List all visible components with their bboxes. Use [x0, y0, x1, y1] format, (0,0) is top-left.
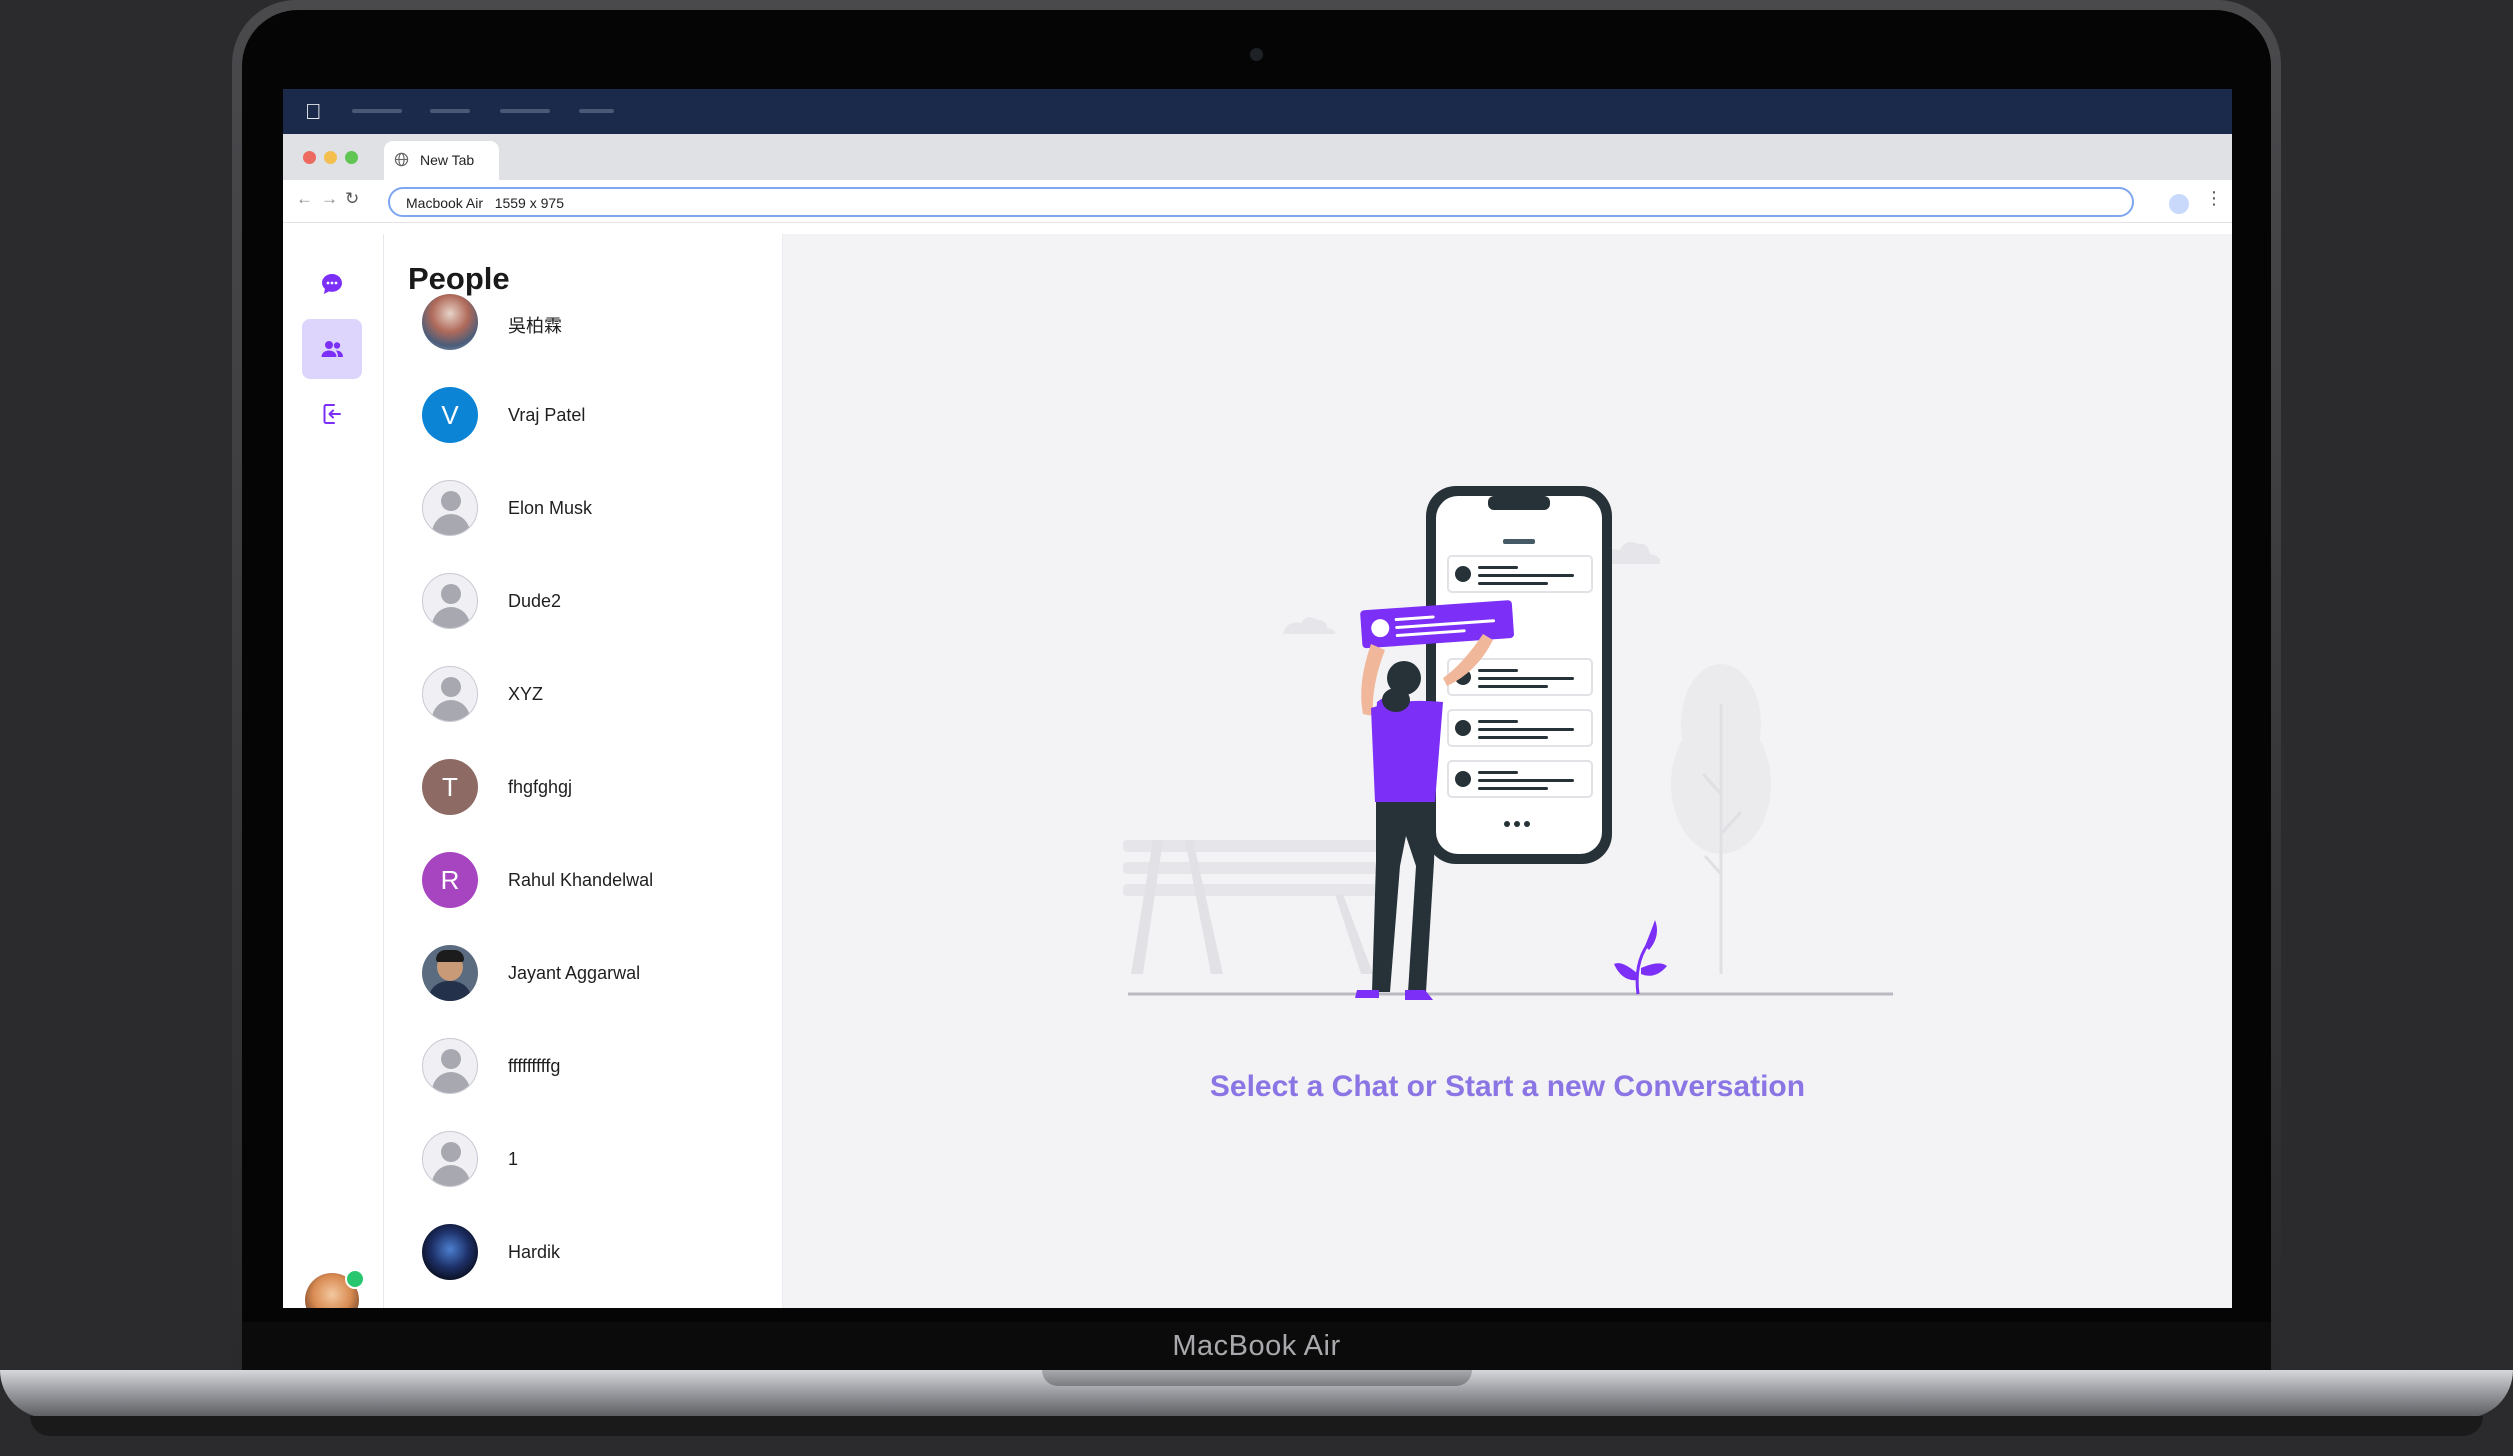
- panel-title: People: [408, 261, 510, 296]
- person-item[interactable]: Jayant Aggarwal: [422, 945, 762, 1003]
- online-status-dot: [345, 1269, 365, 1289]
- person-item[interactable]: fffffffffg: [422, 1038, 762, 1096]
- more-options-icon[interactable]: ⋮: [2205, 188, 2223, 209]
- logout-icon: [323, 404, 341, 424]
- address-text: Macbook Air 1559 x 975: [406, 195, 564, 211]
- macos-menubar: : [283, 89, 2232, 134]
- screen:  New Tab ← → ↻ Macbook Air 1559 x 975 ⋮: [283, 89, 2232, 1308]
- forward-icon[interactable]: →: [321, 189, 338, 209]
- person-name: Hardik: [508, 1242, 561, 1262]
- person-name: Rahul Khandelwal: [508, 870, 654, 890]
- menu-placeholder[interactable]: [352, 109, 402, 113]
- person-item[interactable]: V Vraj Patel: [422, 387, 762, 445]
- back-icon[interactable]: ←: [296, 189, 313, 209]
- close-window-button[interactable]: [303, 151, 316, 164]
- person-item[interactable]: 1: [422, 1131, 762, 1189]
- avatar: [422, 1224, 478, 1280]
- rail-item-people[interactable]: [302, 319, 362, 379]
- browser-tabbar: [283, 134, 2232, 180]
- default-avatar-icon: [422, 1038, 478, 1094]
- person-name: 吳柏霖: [508, 316, 562, 336]
- rail-item-logout[interactable]: [302, 384, 362, 444]
- default-avatar-icon: [422, 480, 478, 536]
- person-item[interactable]: 吳柏霖: [422, 294, 762, 352]
- person-name: Vraj Patel: [508, 405, 586, 425]
- menu-placeholder[interactable]: [579, 109, 614, 113]
- apple-icon[interactable]: : [305, 99, 322, 125]
- device-label: MacBook Air: [1172, 1330, 1341, 1362]
- laptop-shadow: [30, 1416, 2483, 1436]
- chat-illustration: [1123, 486, 1893, 1000]
- person-item[interactable]: T fhgfghgj: [422, 759, 762, 817]
- people-panel: People 吳柏霖 V Vraj Patel Elon Musk Dude2 …: [384, 234, 783, 1308]
- webcam: [1250, 48, 1263, 61]
- avatar: [422, 945, 478, 1001]
- laptop-notch: [1042, 1370, 1472, 1386]
- avatar: V: [422, 387, 478, 443]
- default-avatar-icon: [422, 666, 478, 722]
- person-name: XYZ: [508, 684, 544, 704]
- person-name: fhgfghgj: [508, 777, 573, 797]
- person-item[interactable]: Hardik: [422, 1224, 762, 1282]
- default-avatar-icon: [422, 1131, 478, 1187]
- maximize-window-button[interactable]: [345, 151, 358, 164]
- person-name: Jayant Aggarwal: [508, 963, 641, 983]
- person-item[interactable]: Elon Musk: [422, 480, 762, 538]
- menu-placeholder[interactable]: [500, 109, 550, 113]
- globe-icon: [394, 152, 409, 167]
- browser-tab[interactable]: New Tab: [384, 141, 499, 180]
- minimize-window-button[interactable]: [324, 151, 337, 164]
- empty-state-message: Select a Chat or Start a new Conversatio…: [1209, 1070, 1806, 1103]
- chat-bubble-icon: [322, 274, 342, 294]
- menu-placeholder[interactable]: [430, 109, 470, 113]
- person-item[interactable]: R Rahul Khandelwal: [422, 852, 762, 910]
- avatar: T: [422, 759, 478, 815]
- person-name: Dude2: [508, 591, 562, 611]
- nav-rail: [283, 234, 384, 1308]
- people-icon: [321, 341, 343, 357]
- person-item[interactable]: Dude2: [422, 573, 762, 631]
- avatar: R: [422, 852, 478, 908]
- default-avatar-icon: [422, 573, 478, 629]
- person-name: Elon Musk: [508, 498, 593, 518]
- address-bar[interactable]: Macbook Air 1559 x 975: [388, 187, 2134, 217]
- person-name: 1: [508, 1149, 519, 1169]
- chat-area: Select a Chat or Start a new Conversatio…: [783, 234, 2232, 1308]
- profile-avatar[interactable]: [2169, 194, 2189, 214]
- reload-icon[interactable]: ↻: [345, 189, 359, 209]
- tab-title: New Tab: [420, 152, 475, 168]
- rail-item-chats[interactable]: [302, 254, 362, 314]
- avatar: [422, 294, 478, 350]
- person-name: fffffffffg: [508, 1056, 561, 1076]
- person-item[interactable]: XYZ: [422, 666, 762, 724]
